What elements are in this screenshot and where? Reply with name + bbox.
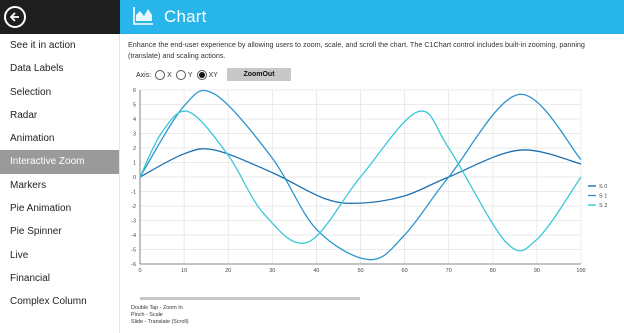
legend-label: S 2 [599, 203, 607, 209]
left-header [0, 0, 120, 34]
axis-x-label: X [167, 71, 172, 79]
instruction-line: Slide - Translate (Scroll) [131, 318, 189, 325]
axis-xy-radio[interactable] [196, 70, 207, 80]
y-tick-label: -1 [131, 190, 136, 196]
x-tick-label: 100 [576, 268, 585, 274]
sidebar-item-complex-column[interactable]: Complex Column [0, 290, 119, 313]
axis-selector: Axis: X Y XY [136, 69, 218, 81]
line-chart[interactable]: -6-5-4-3-2-101234560 10 20 30 40 50 60 70 80 90 10… [120, 82, 624, 302]
x-tick-label: 50 [357, 268, 363, 274]
y-tick-label: 6 [133, 88, 136, 94]
y-tick-label: 2 [133, 146, 136, 152]
sidebar-item-selection[interactable]: Selection [0, 81, 119, 104]
sidebar-item-data-labels[interactable]: Data Labels [0, 57, 119, 80]
axis-y-radio[interactable] [175, 70, 186, 80]
x-tick-label: 10 [181, 268, 187, 274]
sidebar-item-pie-animation[interactable]: Pie Animation [0, 197, 119, 220]
x-tick-label: 70 [446, 268, 452, 274]
instruction-line: Double Tap - Zoom In [131, 305, 183, 311]
y-tick-label: -4 [131, 233, 136, 239]
instructions: Double Tap - Zoom In Pinch - Scale Slide… [131, 305, 189, 325]
chart-scrollbar[interactable] [140, 297, 360, 300]
sidebar-item-pie-spinner[interactable]: Pie Spinner [0, 220, 119, 243]
x-tick-label: 20 [225, 268, 231, 274]
sidebar-item-interactive-zoom[interactable]: Interactive Zoom [0, 150, 119, 174]
top-bar: Chart [120, 0, 624, 34]
radio-selected-dot [198, 72, 205, 78]
sidebar-item-radar[interactable]: Radar [0, 104, 119, 127]
sidebar-item-see-it-in-action[interactable]: See it in action [0, 34, 119, 57]
x-tick-label: 40 [313, 268, 319, 274]
axis-xy-label: XY [208, 71, 218, 79]
sidebar-item-live[interactable]: Live [0, 244, 119, 267]
x-tick-label: 80 [490, 268, 496, 274]
y-tick-label: 3 [133, 132, 136, 138]
axis-y-label: Y [187, 71, 193, 79]
x-tick-label: 30 [269, 268, 275, 274]
description-text: Enhance the end-user experience by allow… [128, 40, 585, 60]
legend-label: S 0 [599, 184, 607, 190]
y-tick-label: -6 [131, 262, 136, 268]
x-tick-label: 60 [402, 268, 408, 274]
chart-icon [133, 7, 153, 25]
y-tick-label: -2 [131, 204, 136, 210]
instruction-line: Pinch - Scale [131, 311, 163, 318]
y-tick-label: 1 [133, 161, 136, 167]
y-tick-label: 0 [133, 175, 136, 181]
x-tick-label: 90 [534, 268, 540, 274]
zoomout-button[interactable]: ZoomOut [227, 68, 291, 81]
y-tick-label: 4 [133, 117, 136, 123]
page-title: Chart [164, 7, 207, 26]
sidebar-item-financial[interactable]: Financial [0, 267, 119, 290]
y-tick-label: -5 [131, 248, 136, 254]
axis-x-radio[interactable] [155, 70, 166, 80]
axis-label: Axis: [136, 71, 152, 79]
sidebar-item-markers[interactable]: Markers [0, 174, 119, 197]
app-window: Chart See it in action Data Labels Selecti… [0, 0, 624, 333]
y-tick-label: -3 [131, 219, 136, 225]
sidebar-item-animation[interactable]: Animation [0, 127, 119, 150]
back-arrow-icon[interactable] [4, 6, 26, 28]
y-tick-label: 5 [133, 103, 136, 109]
legend-label: S 1 [599, 194, 607, 200]
x-tick-label: 0 [138, 268, 141, 274]
sidebar: See it in action Data Labels Selection Rada… [0, 34, 120, 333]
